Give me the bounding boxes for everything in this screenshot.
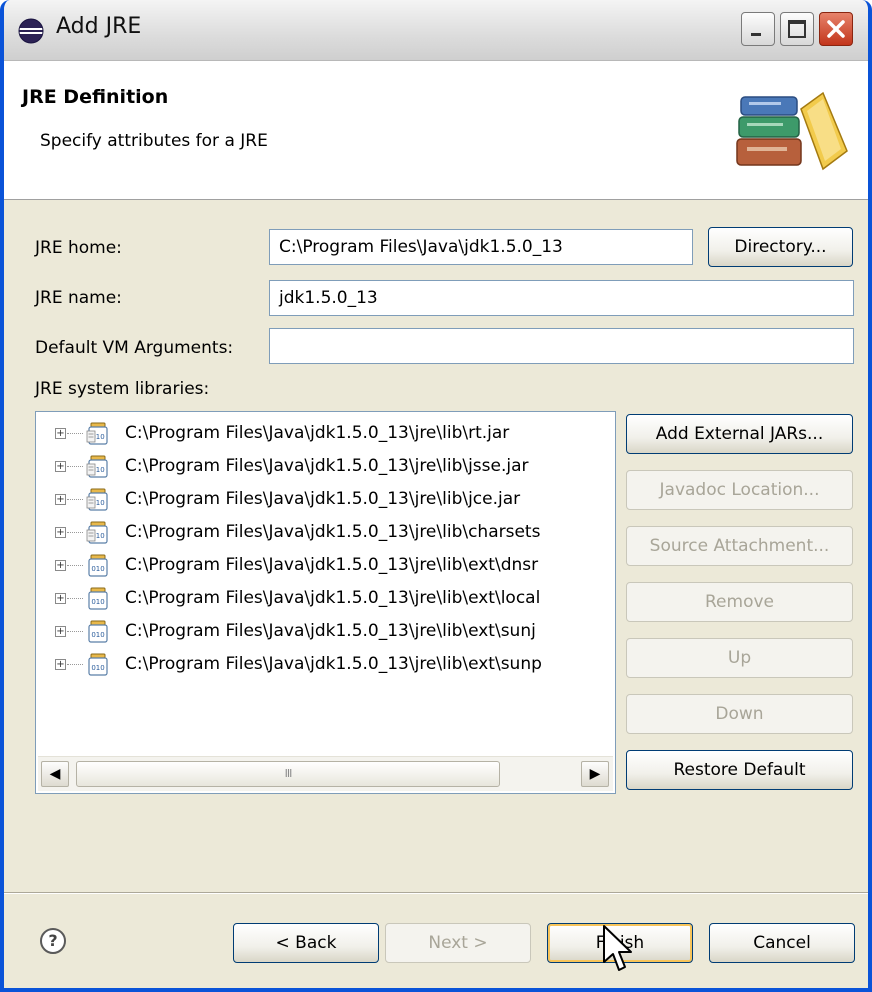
library-row[interactable]: +010 C:\Program Files\Java\jdk1.5.0_13\jr… <box>36 583 611 615</box>
eclipse-icon <box>18 18 44 44</box>
jar-icon: 010 <box>88 587 108 610</box>
expand-icon[interactable]: + <box>55 494 66 505</box>
library-row[interactable]: +010 C:\Program Files\Java\jdk1.5.0_13\jr… <box>36 418 611 450</box>
tree-connector <box>67 466 83 467</box>
maximize-icon <box>788 20 806 38</box>
library-row[interactable]: +010 C:\Program Files\Java\jdk1.5.0_13\jr… <box>36 451 611 483</box>
expand-icon[interactable]: + <box>55 560 66 571</box>
jre-name-field[interactable]: jdk1.5.0_13 <box>269 280 854 316</box>
library-row[interactable]: +010 C:\Program Files\Java\jdk1.5.0_13\jr… <box>36 517 611 549</box>
directory-button[interactable]: Directory... <box>708 227 853 267</box>
library-row[interactable]: +010 C:\Program Files\Java\jdk1.5.0_13\jr… <box>36 616 611 648</box>
library-path: C:\Program Files\Java\jdk1.5.0_13\jre\li… <box>125 423 510 443</box>
jre-home-label: JRE home: <box>35 238 122 258</box>
up-button[interactable]: Up <box>626 638 853 678</box>
remove-button[interactable]: Remove <box>626 582 853 622</box>
expand-icon[interactable]: + <box>55 593 66 604</box>
tree-connector <box>67 499 83 500</box>
javadoc-location-button[interactable]: Javadoc Location... <box>626 470 853 510</box>
jre-name-label: JRE name: <box>35 288 122 308</box>
library-path: C:\Program Files\Java\jdk1.5.0_13\jre\li… <box>125 489 521 509</box>
expand-icon[interactable]: + <box>55 428 66 439</box>
jar-icon: 010 <box>88 554 108 577</box>
jar-source-icon: 010 <box>86 521 108 544</box>
library-path: C:\Program Files\Java\jdk1.5.0_13\jre\li… <box>125 621 536 641</box>
minimize-button[interactable] <box>741 12 775 46</box>
tree-connector <box>67 565 83 566</box>
back-button[interactable]: < Back <box>233 923 379 963</box>
library-row[interactable]: +010 C:\Program Files\Java\jdk1.5.0_13\jr… <box>36 649 611 681</box>
svg-text:010: 010 <box>91 598 104 606</box>
svg-text:010: 010 <box>91 664 104 672</box>
system-libraries-label: JRE system libraries: <box>35 379 210 399</box>
tree-connector <box>67 532 83 533</box>
library-path: C:\Program Files\Java\jdk1.5.0_13\jre\li… <box>125 555 539 575</box>
vm-arguments-label: Default VM Arguments: <box>35 338 234 358</box>
jar-icon: 010 <box>88 653 108 676</box>
library-path: C:\Program Files\Java\jdk1.5.0_13\jre\li… <box>125 654 542 674</box>
jar-source-icon: 010 <box>86 422 108 445</box>
scroll-left-button[interactable]: ◀ <box>41 761 69 787</box>
down-button[interactable]: Down <box>626 694 853 734</box>
jar-icon: 010 <box>88 620 108 643</box>
expand-icon[interactable]: + <box>55 461 66 472</box>
close-icon <box>827 20 845 38</box>
banner-title: JRE Definition <box>22 86 169 108</box>
chevron-right-icon: ▶ <box>589 766 601 782</box>
finish-button[interactable]: Finish <box>547 923 693 963</box>
add-jre-dialog: Add JRE JRE Definition Specify attribute… <box>0 0 872 992</box>
horizontal-scrollbar[interactable]: ◀ III ▶ <box>38 756 613 791</box>
maximize-button[interactable] <box>780 12 814 46</box>
library-tree[interactable]: +010 C:\Program Files\Java\jdk1.5.0_13\jr… <box>35 411 616 794</box>
help-icon[interactable]: ? <box>40 928 66 954</box>
library-path: C:\Program Files\Java\jdk1.5.0_13\jre\li… <box>125 522 541 542</box>
jar-source-icon: 010 <box>86 455 108 478</box>
cancel-button[interactable]: Cancel <box>709 923 855 963</box>
tree-connector <box>67 631 83 632</box>
restore-default-button[interactable]: Restore Default <box>626 750 853 790</box>
jre-home-field[interactable]: C:\Program Files\Java\jdk1.5.0_13 <box>269 229 693 265</box>
chevron-left-icon: ◀ <box>49 766 61 782</box>
library-row[interactable]: +010 C:\Program Files\Java\jdk1.5.0_13\jr… <box>36 550 611 582</box>
vm-arguments-field[interactable] <box>269 328 854 364</box>
minimize-icon <box>751 33 761 36</box>
tree-connector <box>67 664 83 665</box>
window-title: Add JRE <box>56 14 142 39</box>
library-path: C:\Program Files\Java\jdk1.5.0_13\jre\li… <box>125 456 529 476</box>
tree-connector <box>67 433 83 434</box>
svg-text:010: 010 <box>91 631 104 639</box>
jar-source-icon: 010 <box>86 488 108 511</box>
title-bar[interactable]: Add JRE <box>4 0 868 61</box>
banner-subtitle: Specify attributes for a JRE <box>40 131 268 151</box>
expand-icon[interactable]: + <box>55 527 66 538</box>
expand-icon[interactable]: + <box>55 659 66 670</box>
scroll-right-button[interactable]: ▶ <box>581 761 609 787</box>
scroll-thumb[interactable]: III <box>76 761 500 787</box>
add-external-jars-button[interactable]: Add External JARs... <box>626 414 853 454</box>
footer-divider <box>4 892 868 894</box>
header-banner: JRE Definition Specify attributes for a … <box>4 61 868 200</box>
expand-icon[interactable]: + <box>55 626 66 637</box>
svg-text:010: 010 <box>91 565 104 573</box>
tree-connector <box>67 598 83 599</box>
next-button[interactable]: Next > <box>385 923 531 963</box>
source-attachment-button[interactable]: Source Attachment... <box>626 526 853 566</box>
books-icon <box>736 91 848 171</box>
library-path: C:\Program Files\Java\jdk1.5.0_13\jre\li… <box>125 588 541 608</box>
close-button[interactable] <box>819 12 853 46</box>
library-row[interactable]: +010 C:\Program Files\Java\jdk1.5.0_13\jr… <box>36 484 611 516</box>
